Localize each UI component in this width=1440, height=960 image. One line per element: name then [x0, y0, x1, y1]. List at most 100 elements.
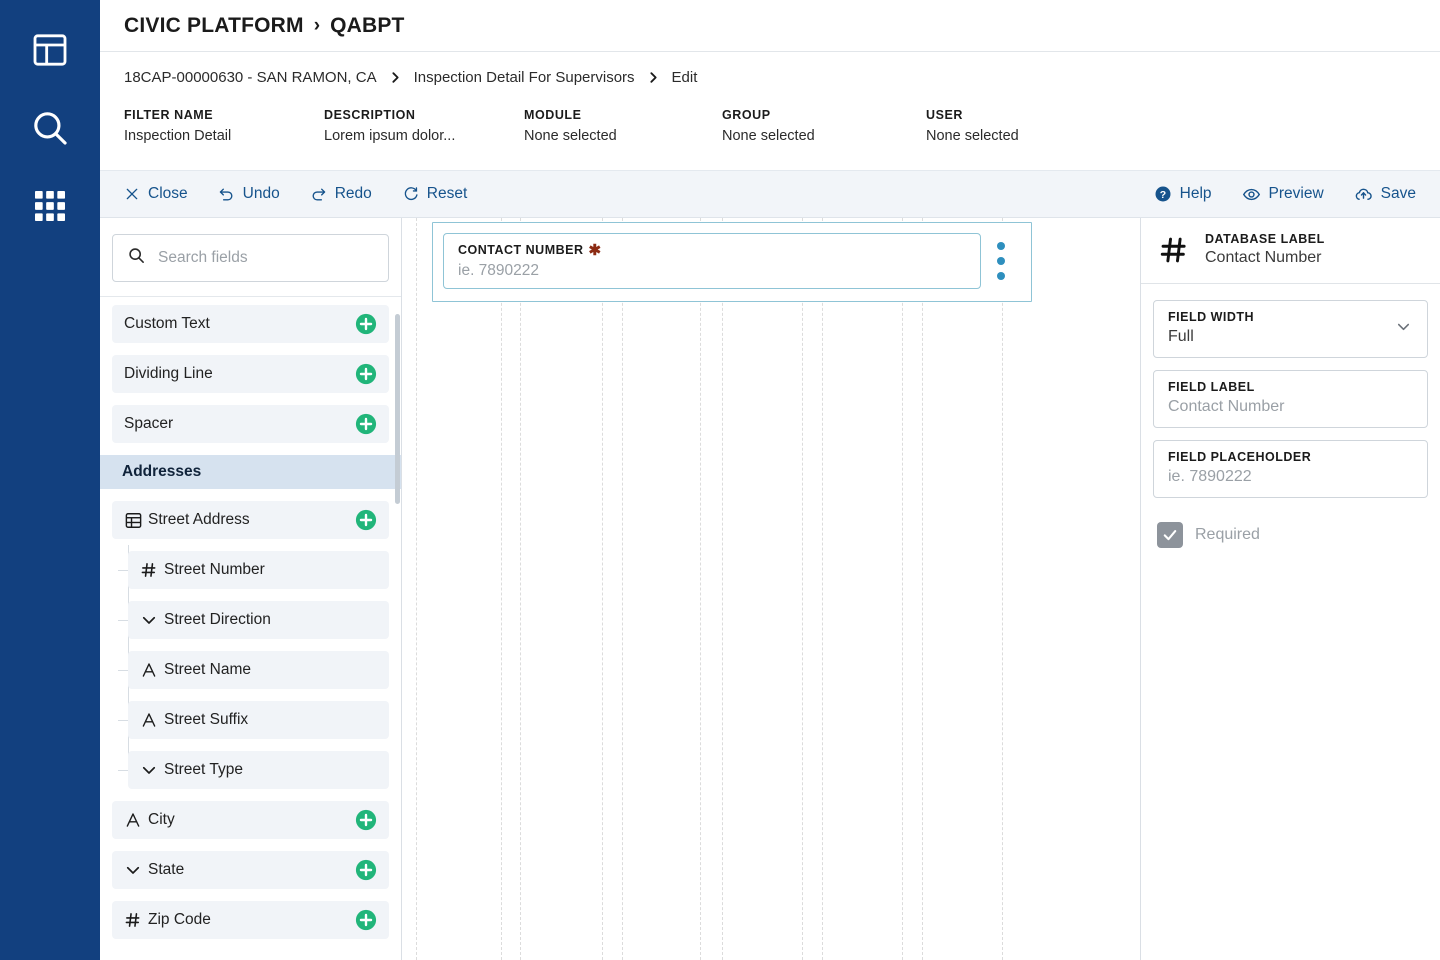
field-width-select[interactable]: FIELD WIDTH Full — [1153, 300, 1428, 358]
undo-button-label: Undo — [242, 185, 280, 202]
database-label-value: Contact Number — [1205, 249, 1322, 266]
canvas-guide-line — [902, 218, 903, 960]
palette-item-spacer[interactable]: Spacer — [112, 405, 389, 443]
meta-label: DESCRIPTION — [324, 108, 416, 122]
child-row: Street Suffix — [118, 701, 401, 739]
more-vertical-icon[interactable] — [981, 233, 1021, 289]
palette-item-custom-text[interactable]: Custom Text — [112, 305, 389, 343]
palette-item-label: Zip Code — [148, 911, 211, 928]
child-row: Street Name — [118, 651, 401, 689]
preview-button-label: Preview — [1268, 185, 1324, 202]
app-title-bar: CIVIC PLATFORM › QABPT — [100, 0, 1440, 52]
toolbar-left-group: Close Undo Redo Reset — [124, 185, 467, 203]
meta-value: None selected — [722, 128, 815, 144]
palette-item-street-number[interactable]: Street Number — [128, 551, 389, 589]
plus-icon[interactable] — [355, 509, 377, 531]
preview-button[interactable]: Preview — [1242, 185, 1324, 204]
canvas-field-card[interactable]: CONTACT NUMBER ✱ ie. 7890222 — [432, 222, 1032, 302]
text-icon — [140, 711, 164, 729]
table-icon — [124, 511, 148, 530]
required-checkbox-label: Required — [1195, 526, 1260, 543]
close-icon — [124, 186, 140, 202]
form-canvas[interactable]: CONTACT NUMBER ✱ ie. 7890222 — [402, 218, 1140, 960]
reset-button[interactable]: Reset — [402, 185, 468, 203]
search-icon — [127, 246, 146, 270]
breadcrumb-item-form[interactable]: Inspection Detail For Supervisors — [414, 69, 635, 86]
canvas-guide-line — [1002, 218, 1003, 960]
app-name: CIVIC PLATFORM — [124, 13, 304, 37]
palette-item-dividing-line[interactable]: Dividing Line — [112, 355, 389, 393]
plus-icon[interactable] — [355, 363, 377, 385]
save-button[interactable]: Save — [1354, 185, 1416, 204]
palette-item-street-direction[interactable]: Street Direction — [128, 601, 389, 639]
palette-item-label: State — [148, 861, 185, 878]
help-button[interactable]: ? Help — [1154, 185, 1212, 203]
palette-item-state[interactable]: State — [112, 851, 389, 889]
plus-icon[interactable] — [355, 313, 377, 335]
palette-item-zip-code[interactable]: Zip Code — [112, 901, 389, 939]
meta-value: Inspection Detail — [124, 128, 232, 144]
palette-item-label: Custom Text — [124, 315, 210, 332]
search-input-wrapper[interactable] — [112, 234, 389, 282]
canvas-guide-line — [722, 218, 723, 960]
reset-button-label: Reset — [426, 185, 468, 202]
palette-item-label: Street Name — [164, 661, 252, 678]
palette-item-street-address[interactable]: Street Address — [112, 501, 389, 539]
undo-button[interactable]: Undo — [218, 185, 280, 203]
apps-grid-icon[interactable] — [24, 180, 76, 232]
canvas-grid-guides — [402, 218, 1140, 960]
meta-label: MODULE — [524, 108, 582, 122]
fields-palette: Custom Text Dividing Line Spacer — [100, 218, 402, 960]
close-button-label: Close — [148, 185, 188, 202]
editor-toolbar: Close Undo Redo Reset ? Help Preview Sav… — [100, 170, 1440, 218]
properties-header: DATABASE LABEL Contact Number — [1141, 218, 1440, 284]
search-input[interactable] — [158, 249, 374, 267]
number-icon — [140, 561, 164, 579]
meta-value: Lorem ipsum dolor... — [324, 128, 456, 144]
palette-item-label: Street Suffix — [164, 711, 249, 728]
meta-value: None selected — [926, 128, 1019, 144]
field-placeholder-input[interactable]: FIELD PLACEHOLDER ie. 7890222 — [1153, 440, 1428, 498]
help-button-label: Help — [1179, 185, 1212, 202]
meta-module: MODULE None selected — [524, 108, 722, 144]
filter-meta-row: FILTER NAME Inspection Detail DESCRIPTIO… — [100, 102, 1440, 170]
redo-button[interactable]: Redo — [310, 185, 372, 203]
palette-item-city[interactable]: City — [112, 801, 389, 839]
meta-label: GROUP — [722, 108, 771, 122]
properties-header-text: DATABASE LABEL Contact Number — [1205, 232, 1325, 267]
meta-label: USER — [926, 108, 963, 122]
title-separator: › — [313, 14, 321, 36]
field-label-input[interactable]: FIELD LABEL Contact Number — [1153, 370, 1428, 428]
plus-icon[interactable] — [355, 413, 377, 435]
canvas-guide-line — [622, 218, 623, 960]
meta-filter-name: FILTER NAME Inspection Detail — [124, 108, 324, 144]
check-icon[interactable] — [1157, 522, 1183, 548]
palette-item-street-suffix[interactable]: Street Suffix — [128, 701, 389, 739]
redo-icon — [310, 186, 327, 203]
dot — [997, 257, 1005, 265]
contact-number-field[interactable]: CONTACT NUMBER ✱ ie. 7890222 — [443, 233, 981, 289]
eye-icon — [1242, 185, 1261, 204]
text-icon — [124, 811, 148, 829]
editor-body: Custom Text Dividing Line Spacer — [100, 218, 1440, 960]
plus-icon[interactable] — [355, 909, 377, 931]
palette-item-street-name[interactable]: Street Name — [128, 651, 389, 689]
dashboard-icon[interactable] — [24, 24, 76, 76]
close-button[interactable]: Close — [124, 185, 188, 203]
plus-icon[interactable] — [355, 859, 377, 881]
fields-scrollbar[interactable] — [395, 314, 400, 504]
search-icon[interactable] — [24, 102, 76, 154]
breadcrumb: 18CAP-00000630 - SAN RAMON, CA Inspectio… — [100, 52, 1440, 102]
breadcrumb-item-record[interactable]: 18CAP-00000630 - SAN RAMON, CA — [124, 69, 377, 86]
contact-number-placeholder: ie. 7890222 — [458, 261, 540, 279]
canvas-guide-line — [602, 218, 603, 960]
field-properties-panel: DATABASE LABEL Contact Number FIELD WIDT… — [1140, 218, 1440, 960]
field-placeholder-caption: FIELD PLACEHOLDER — [1168, 450, 1312, 464]
canvas-guide-line — [802, 218, 803, 960]
dropdown-icon — [124, 861, 148, 879]
plus-icon[interactable] — [355, 809, 377, 831]
text-icon — [140, 661, 164, 679]
required-checkbox-row[interactable]: Required — [1153, 510, 1428, 548]
number-icon — [124, 911, 148, 929]
palette-item-street-type[interactable]: Street Type — [128, 751, 389, 789]
